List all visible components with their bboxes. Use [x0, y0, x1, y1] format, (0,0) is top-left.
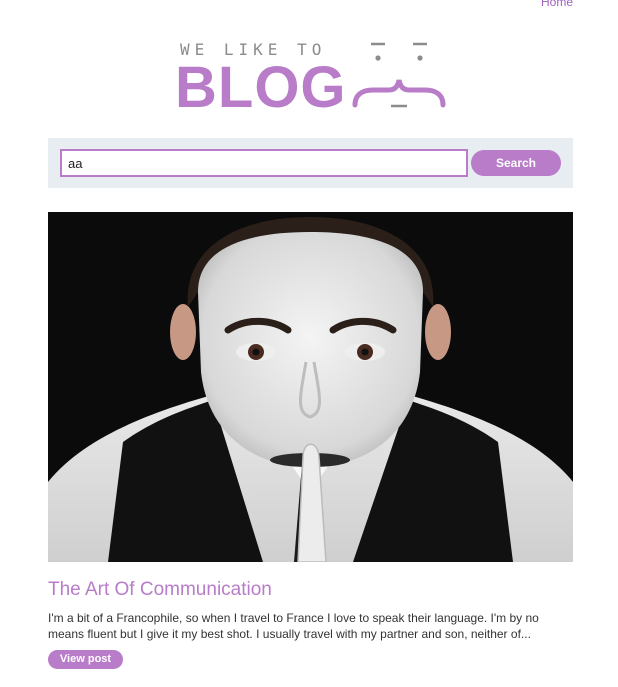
search-button[interactable]: Search [471, 150, 561, 176]
search-input[interactable] [60, 149, 468, 177]
view-post-button[interactable]: View post [48, 650, 123, 669]
logo-word: BLOG [175, 55, 347, 120]
search-bar: Search [48, 138, 573, 188]
post-excerpt: I'm a bit of a Francophile, so when I tr… [48, 611, 539, 641]
nav-home-link[interactable]: Home [541, 0, 573, 10]
curly-brace-face-icon [352, 42, 446, 108]
mime-shushing-photo-icon [48, 212, 573, 562]
post-image[interactable] [48, 212, 573, 562]
blog-logo: WE LIKE TO BLOG [175, 38, 447, 120]
post-title[interactable]: The Art Of Communication [48, 578, 272, 602]
